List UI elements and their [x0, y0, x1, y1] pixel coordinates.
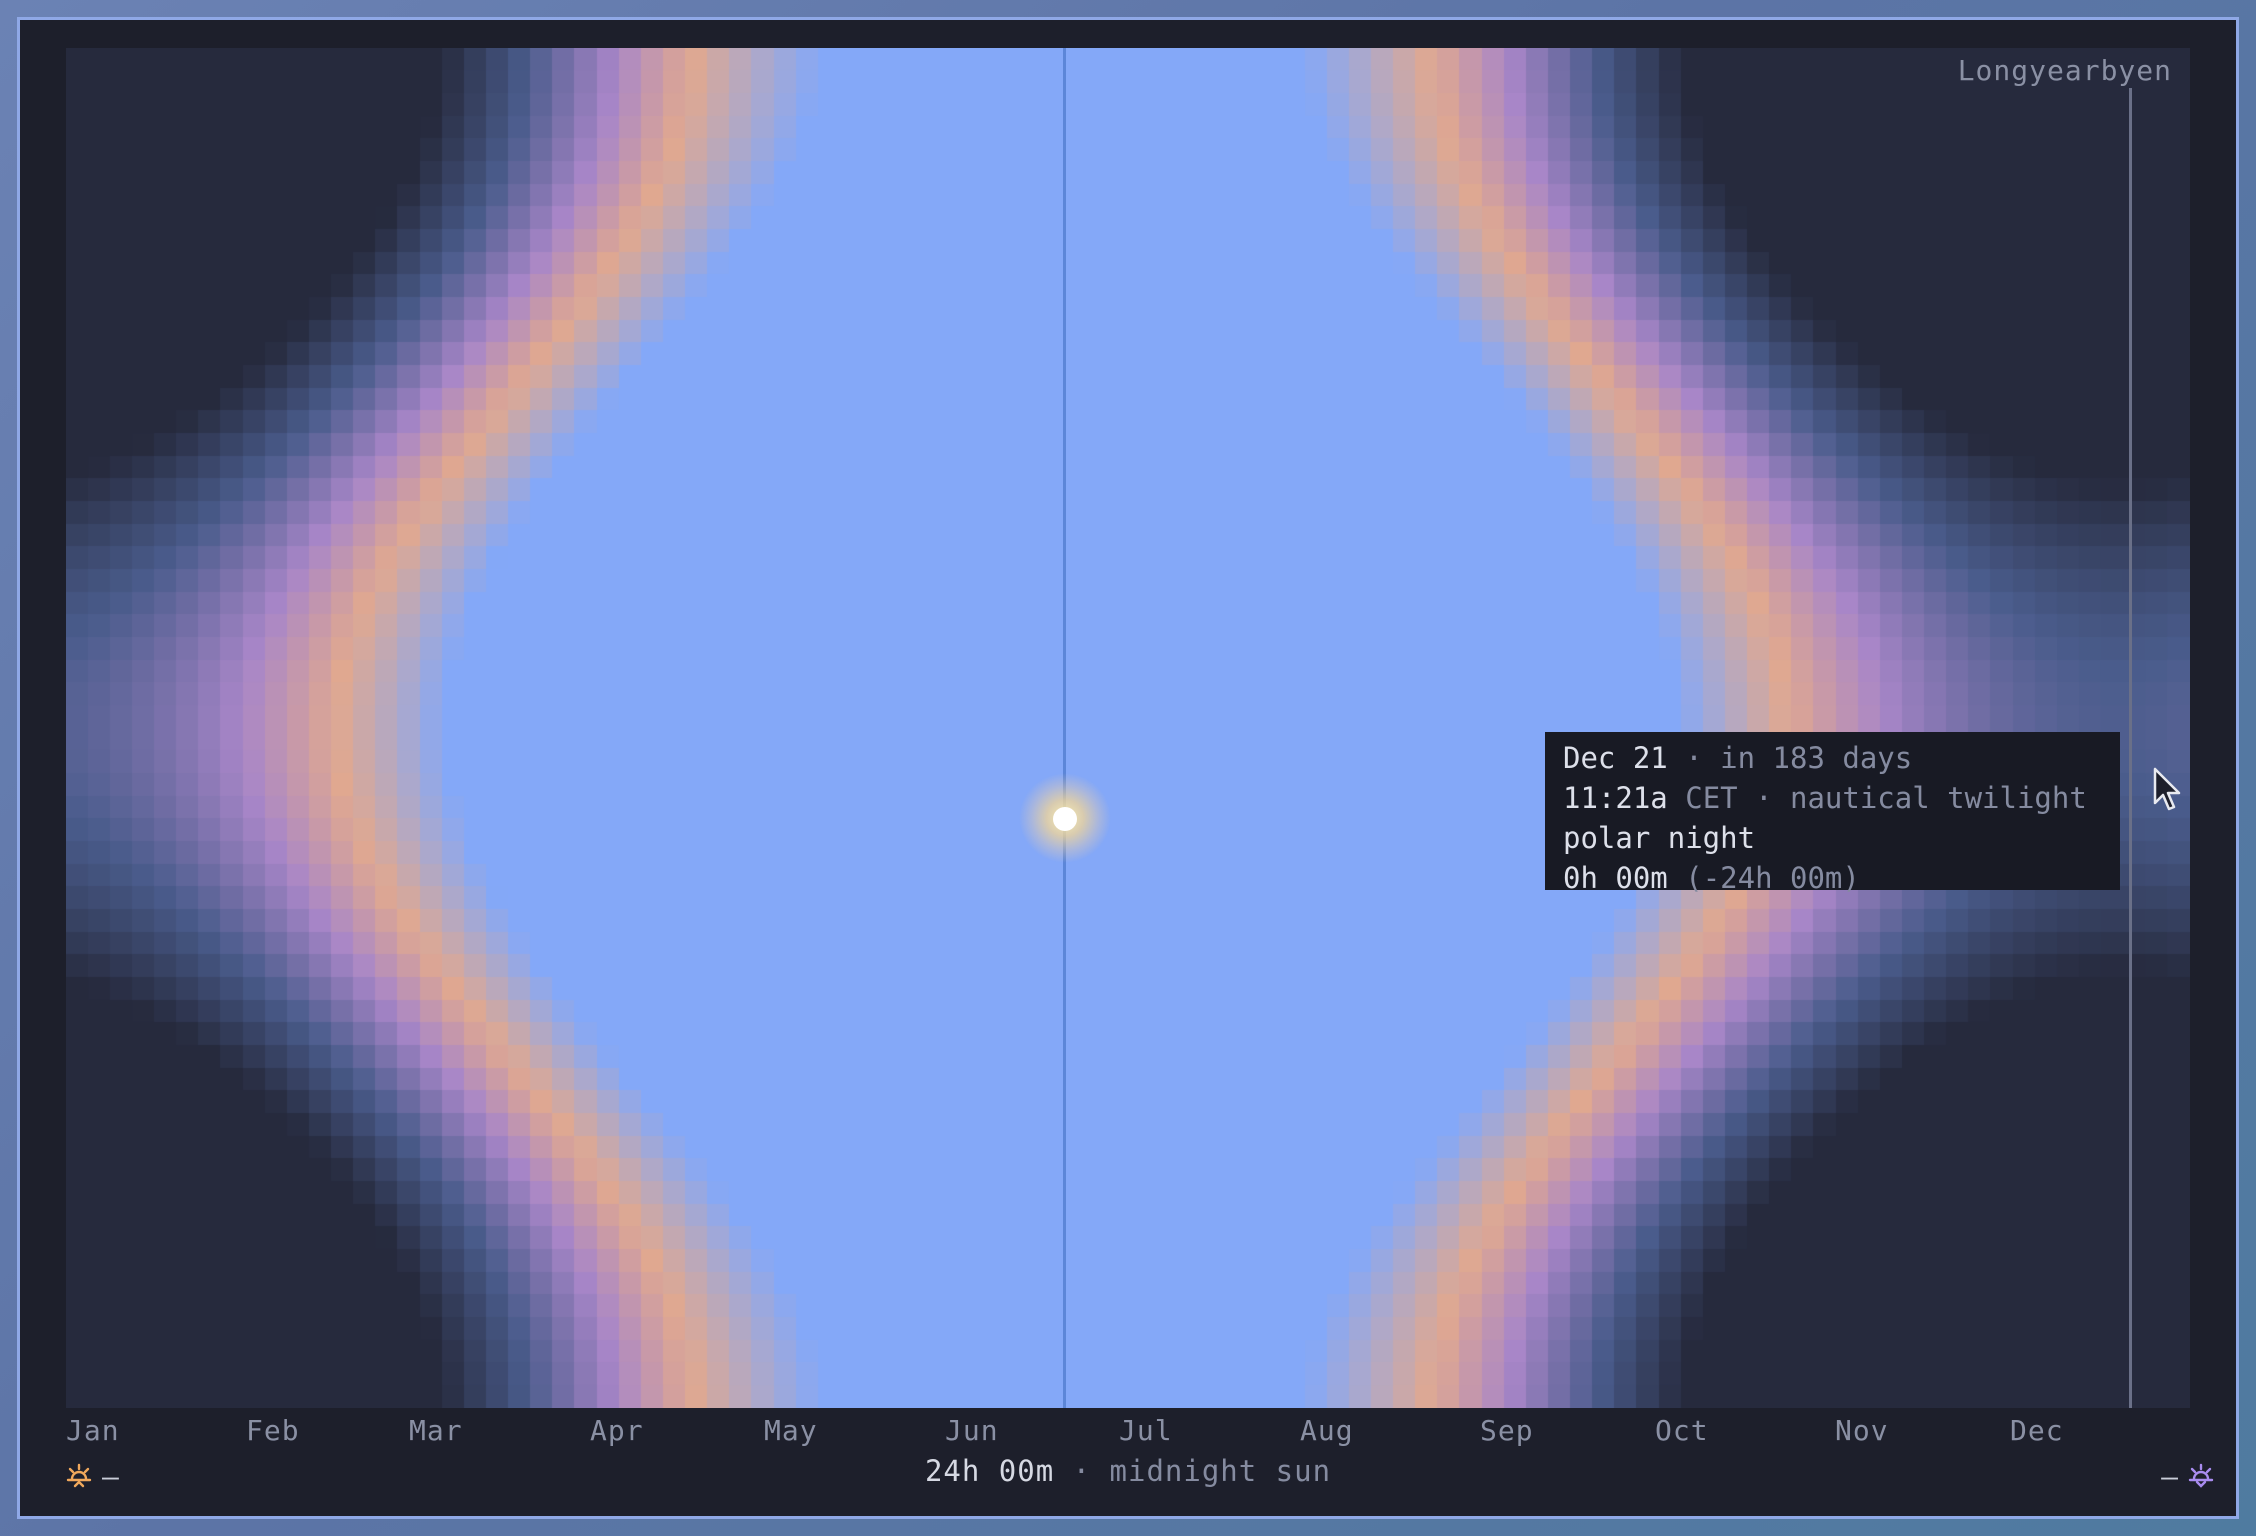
sunset-value: —: [2161, 1459, 2178, 1493]
tooltip-time: 11:21a: [1563, 781, 1668, 815]
sunset-summary: —: [2161, 1458, 2214, 1494]
tooltip-date: Dec 21: [1563, 741, 1668, 775]
today-marker-line: [1063, 48, 1066, 1408]
month-label-feb: Feb: [246, 1414, 300, 1447]
tooltip-daylength-row: 0h 00m (-24h 00m): [1563, 858, 2120, 898]
tooltip-relative: · in 183 days: [1685, 741, 1913, 775]
month-label-dec: Dec: [2010, 1414, 2064, 1447]
month-label-jan: Jan: [66, 1414, 120, 1447]
tooltip-time-row: 11:21a CET · nautical twilight: [1563, 778, 2120, 818]
month-label-mar: Mar: [409, 1414, 463, 1447]
daylight-heatmap[interactable]: Longyearbyen: [66, 48, 2190, 1408]
tooltip-daylength-delta: (-24h 00m): [1685, 861, 1860, 895]
app-window: Longyearbyen Dec 21 · in 183 days 11:21a…: [17, 17, 2239, 1519]
mouse-cursor-icon: [2153, 767, 2181, 811]
tooltip-date-row: Dec 21 · in 183 days: [1563, 738, 2120, 778]
month-label-jul: Jul: [1119, 1414, 1173, 1447]
day-length-status: · midnight sun: [1072, 1454, 1332, 1488]
month-label-oct: Oct: [1655, 1414, 1709, 1447]
month-label-aug: Aug: [1300, 1414, 1354, 1447]
month-label-apr: Apr: [590, 1414, 644, 1447]
month-label-may: May: [764, 1414, 818, 1447]
month-label-jun: Jun: [945, 1414, 999, 1447]
tooltip-status: polar night: [1563, 821, 1756, 855]
tooltip-daylength: 0h 00m: [1563, 861, 1668, 895]
month-label-sep: Sep: [1480, 1414, 1534, 1447]
sun-position-marker[interactable]: [1053, 807, 1077, 831]
hover-marker-line: [2129, 88, 2132, 1408]
day-length-value: 24h 00m: [924, 1454, 1055, 1488]
daylight-heatmap-canvas[interactable]: [66, 48, 2190, 1408]
month-label-nov: Nov: [1835, 1414, 1889, 1447]
sunset-icon: [2188, 1463, 2214, 1488]
location-label: Longyearbyen: [1957, 54, 2172, 87]
day-length-summary: 24h 00m · midnight sun: [20, 1454, 2236, 1488]
tooltip-timezone-phase: CET · nautical twilight: [1685, 781, 2087, 815]
hover-tooltip: Dec 21 · in 183 days 11:21a CET · nautic…: [1545, 732, 2120, 895]
month-axis: Jan Feb Mar Apr May Jun Jul Aug Sep Oct Nov Dec: [66, 1414, 2190, 1454]
